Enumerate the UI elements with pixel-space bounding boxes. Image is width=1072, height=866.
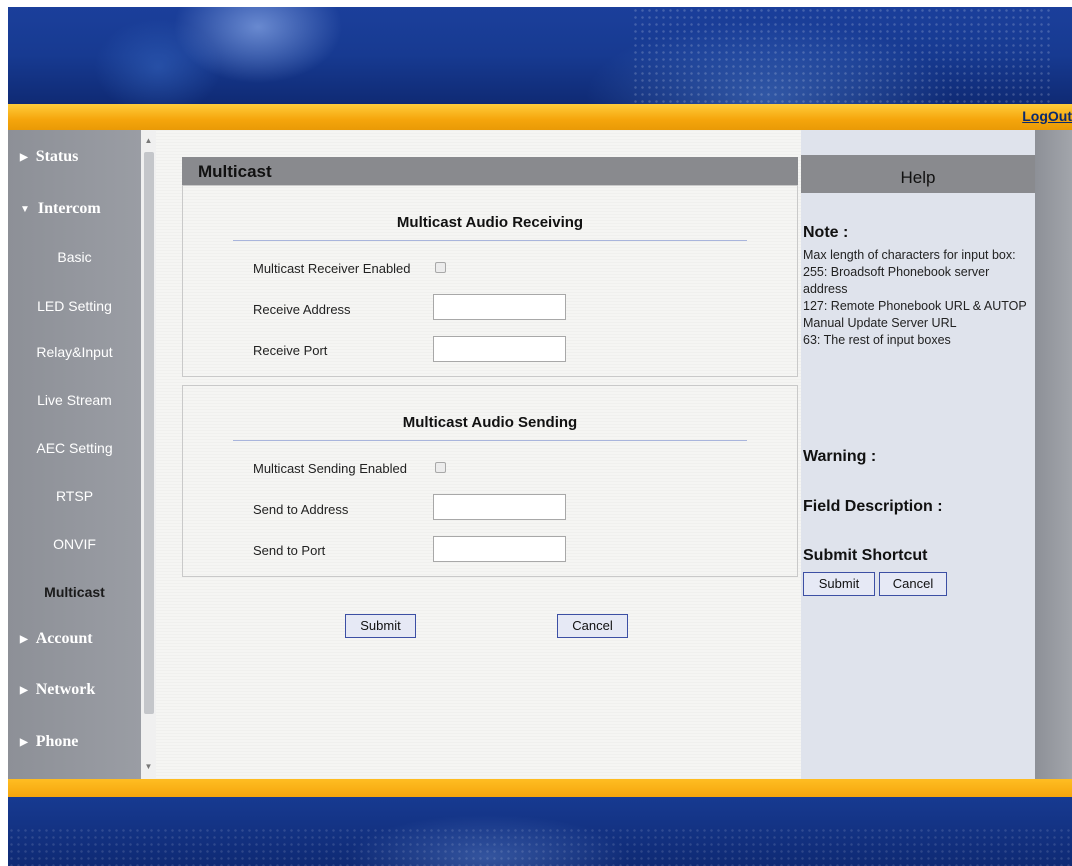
scroll-up-icon[interactable]: ▲: [141, 134, 156, 148]
field-description-heading: Field Description :: [803, 498, 943, 515]
note-text: Max length of characters for input box: …: [803, 247, 1028, 349]
sending-group: Multicast Audio Sending Multicast Sendin…: [182, 385, 798, 577]
collapse-arrow-icon: ▼: [20, 203, 30, 215]
scrollbar-thumb[interactable]: [144, 152, 154, 714]
send-address-input[interactable]: [433, 494, 566, 520]
sidebar-item-relay-input[interactable]: Relay&Input: [8, 344, 141, 360]
send-port-input[interactable]: [433, 536, 566, 562]
expand-arrow-icon: ▶: [20, 633, 28, 645]
note-line: 127: Remote Phonebook URL & AUTOP Manual…: [803, 299, 1027, 330]
receiver-enabled-checkbox[interactable]: [435, 262, 446, 273]
sidebar-section-label: Intercom: [37, 200, 101, 217]
sending-enabled-checkbox[interactable]: [435, 462, 446, 473]
cancel-button[interactable]: Cancel: [557, 614, 628, 638]
scroll-down-icon[interactable]: ▼: [141, 760, 156, 774]
sidebar-section-intercom[interactable]: ▼ Intercom: [20, 200, 101, 218]
sidebar-item-aec-setting[interactable]: AEC Setting: [8, 440, 141, 456]
receive-port-label: Receive Port: [253, 343, 328, 358]
sidebar-section-network[interactable]: ▶ Network: [20, 681, 95, 699]
expand-arrow-icon: ▶: [20, 684, 28, 696]
sidebar-section-label: Phone: [35, 733, 79, 750]
send-port-label: Send to Port: [253, 543, 326, 558]
sidebar-section-phone[interactable]: ▶ Phone: [20, 733, 78, 751]
sidebar-section-label: Status: [35, 148, 79, 165]
receive-address-label: Receive Address: [253, 302, 351, 317]
header-banner: [8, 7, 1072, 104]
sidebar-section-status[interactable]: ▶ Status: [20, 148, 78, 166]
sending-group-title: Multicast Audio Sending: [402, 414, 578, 431]
note-heading: Note :: [803, 224, 849, 241]
shortcut-submit-button[interactable]: Submit: [803, 572, 875, 596]
expand-arrow-icon: ▶: [20, 736, 28, 748]
sidebar-item-basic[interactable]: Basic: [8, 249, 141, 265]
receiver-enabled-label: Multicast Receiver Enabled: [253, 261, 411, 276]
sidebar-item-live-stream[interactable]: Live Stream: [8, 392, 141, 408]
expand-arrow-icon: ▶: [20, 151, 28, 163]
sidebar-nav: ▶ Status ▼ Intercom Basic LED Setting Re…: [8, 130, 141, 779]
sidebar-item-onvif[interactable]: ONVIF: [8, 536, 141, 552]
note-line: Max length of characters for input box:: [803, 248, 1016, 262]
sidebar-section-account[interactable]: ▶ Account: [20, 630, 93, 648]
sidebar-section-label: Network: [35, 681, 96, 698]
logout-link[interactable]: LogOut: [1022, 108, 1072, 124]
receive-port-input[interactable]: [433, 336, 566, 362]
receiving-group-title: Multicast Audio Receiving: [396, 214, 584, 231]
send-address-label: Send to Address: [253, 502, 349, 517]
bottom-orange-bar: [8, 779, 1072, 797]
receive-address-input[interactable]: [433, 294, 566, 320]
submit-button[interactable]: Submit: [345, 614, 416, 638]
note-line: 255: Broadsoft Phonebook server address: [803, 265, 990, 296]
main-content: Multicast Multicast Audio Receiving Mult…: [156, 130, 801, 779]
right-border-strip: [1035, 130, 1072, 779]
shortcut-cancel-button[interactable]: Cancel: [879, 572, 947, 596]
footer-banner: [8, 797, 1072, 866]
sending-enabled-label: Multicast Sending Enabled: [253, 461, 407, 476]
note-line: 63: The rest of input boxes: [803, 333, 951, 347]
sidebar-item-multicast[interactable]: Multicast: [8, 584, 141, 600]
sidebar-scrollbar[interactable]: ▲ ▼: [141, 130, 156, 779]
help-panel: Help Note : Max length of characters for…: [801, 130, 1035, 779]
sidebar-item-led-setting[interactable]: LED Setting: [8, 298, 141, 314]
sidebar-item-rtsp[interactable]: RTSP: [8, 488, 141, 504]
page-title: Multicast: [182, 157, 798, 185]
submit-shortcut-heading: Submit Shortcut: [803, 547, 928, 564]
divider: [233, 440, 747, 441]
receiving-group: Multicast Audio Receiving Multicast Rece…: [182, 185, 798, 377]
divider: [233, 240, 747, 241]
top-orange-bar: LogOut: [8, 104, 1072, 130]
help-title: Help: [801, 155, 1035, 193]
warning-heading: Warning :: [803, 448, 877, 465]
sidebar-section-label: Account: [35, 630, 93, 647]
